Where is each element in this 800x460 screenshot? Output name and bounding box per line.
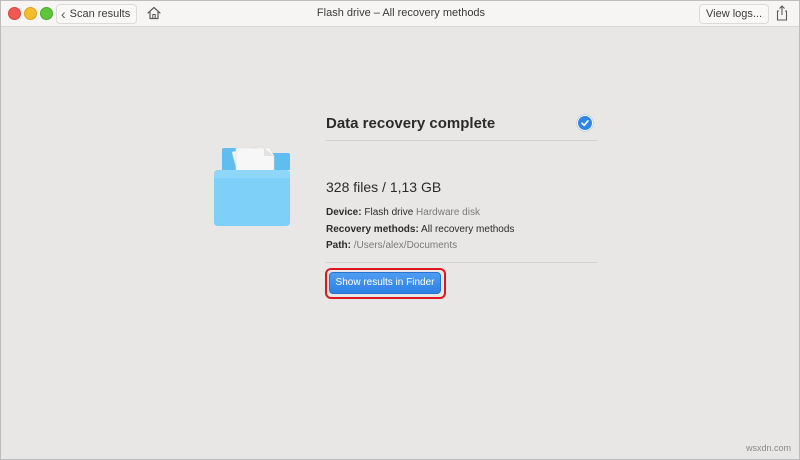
methods-label: Recovery methods:: [326, 224, 419, 235]
share-icon[interactable]: [774, 4, 790, 22]
device-type: Hardware disk: [416, 207, 480, 218]
watermark: wsxdn.com: [746, 443, 792, 453]
divider: [326, 262, 597, 263]
close-window-button[interactable]: [8, 7, 21, 20]
back-button[interactable]: ‹ Scan results: [56, 4, 138, 24]
minimize-window-button[interactable]: [24, 7, 37, 20]
view-logs-button[interactable]: View logs...: [699, 4, 770, 24]
methods-info: Recovery methods: All recovery methods: [326, 224, 514, 235]
result-header: Data recovery complete: [326, 112, 597, 141]
path-value: /Users/alex/Documents: [353, 240, 458, 251]
path-info: Path: /Users/alex/Documents: [326, 240, 457, 251]
folder-icon: [214, 145, 290, 226]
device-info: Device: Flash drive Hardware disk: [326, 207, 480, 218]
back-button-label: Scan results: [69, 8, 131, 20]
chevron-left-icon: ‹: [61, 6, 66, 22]
show-in-finder-button[interactable]: Show results in Finder: [329, 272, 441, 294]
zoom-window-button[interactable]: [40, 7, 53, 20]
checkmark-icon: [577, 115, 593, 131]
titlebar: ‹ Scan results Flash drive – All recover…: [1, 1, 799, 27]
device-label: Device:: [326, 207, 362, 218]
result-panel: Data recovery complete: [326, 112, 597, 141]
home-icon[interactable]: [146, 5, 162, 21]
device-value: Flash drive: [364, 207, 414, 218]
result-heading: Data recovery complete: [326, 115, 496, 132]
path-label: Path:: [326, 240, 351, 251]
methods-value: All recovery methods: [421, 224, 515, 235]
files-summary: 328 files / 1,13 GB: [326, 179, 442, 195]
